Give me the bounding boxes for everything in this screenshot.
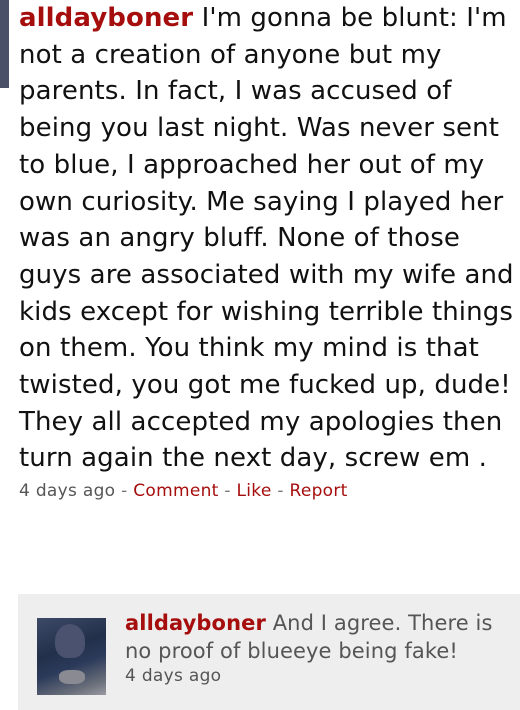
avatar[interactable] [37, 618, 106, 695]
reply-username[interactable]: alldayboner [125, 611, 266, 635]
comment-timestamp: 4 days ago [19, 481, 116, 502]
reply: alldayboner And I agree. There is no pro… [18, 594, 520, 710]
comment-text: I'm gonna be blunt: I'm not a creation o… [19, 3, 514, 474]
avatar-hands [59, 670, 85, 684]
like-link[interactable]: Like [237, 481, 272, 501]
separator: - [224, 481, 231, 502]
comment: alldayboner I'm gonna be blunt: I'm not … [19, 0, 519, 501]
reply-body: alldayboner And I agree. There is no pro… [125, 609, 515, 665]
report-link[interactable]: Report [289, 481, 347, 501]
user-avatar-edge[interactable] [0, 0, 9, 88]
comment-username[interactable]: alldayboner [19, 3, 193, 33]
reply-timestamp: 4 days ago [125, 666, 222, 686]
separator: - [277, 481, 284, 502]
comment-body: alldayboner I'm gonna be blunt: I'm not … [19, 0, 519, 477]
avatar-face [55, 624, 85, 658]
comment-link[interactable]: Comment [133, 481, 218, 501]
reply-content: alldayboner And I agree. There is no pro… [125, 609, 515, 686]
comment-meta: 4 days ago - Comment - Like - Report [19, 481, 519, 501]
separator: - [121, 481, 128, 502]
